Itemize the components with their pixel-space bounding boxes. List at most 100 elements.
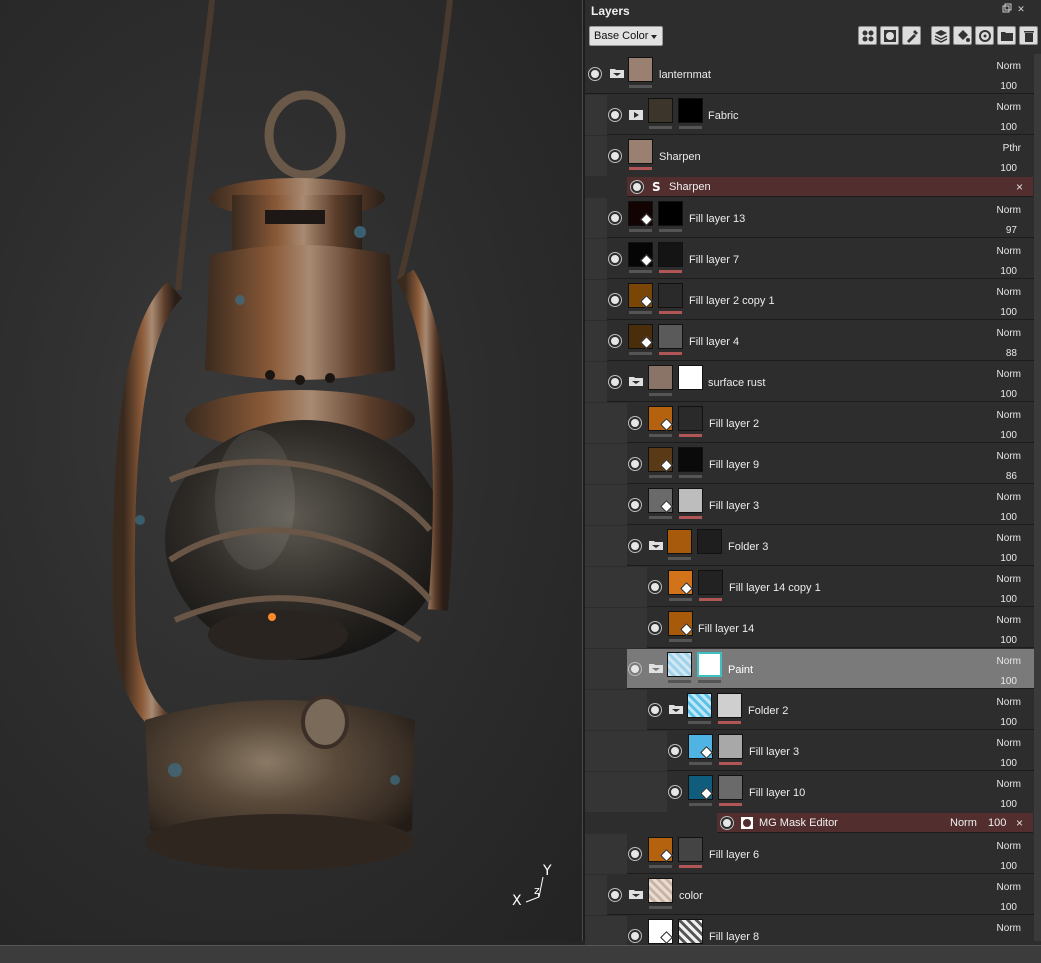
layer-row-fill-layer-10[interactable]: Fill layer 10 Norm 100 [585, 772, 1041, 812]
visibility-eye-icon[interactable] [649, 622, 661, 634]
visibility-eye-icon[interactable] [631, 181, 643, 193]
layer-opacity[interactable]: 100 [1000, 594, 1017, 605]
layer-opacity[interactable]: 100 [1000, 902, 1017, 913]
blend-mode[interactable]: Norm [997, 287, 1021, 298]
layer-row-lanternmat[interactable]: lanternmat Norm 100 [585, 54, 1041, 94]
blend-mode[interactable]: Norm [997, 369, 1021, 380]
layer-row-surface-rust[interactable]: surface rust Norm 100 [585, 362, 1041, 402]
visibility-eye-icon[interactable] [589, 68, 601, 80]
layer-opacity[interactable]: 100 [1000, 430, 1017, 441]
layer-opacity[interactable]: 100 [1000, 799, 1017, 810]
add-layer-icon[interactable] [931, 26, 950, 45]
visibility-eye-icon[interactable] [629, 930, 641, 942]
blend-mode[interactable]: Norm [997, 738, 1021, 749]
blend-mode[interactable]: Norm [997, 574, 1021, 585]
layer-opacity[interactable]: 100 [1000, 758, 1017, 769]
blend-mode[interactable]: Norm [997, 102, 1021, 113]
folder-open-icon[interactable] [649, 662, 664, 674]
folder-closed-icon[interactable] [629, 108, 644, 120]
visibility-eye-icon[interactable] [609, 212, 621, 224]
add-fill-icon[interactable] [953, 26, 972, 45]
folder-open-icon[interactable] [669, 703, 684, 715]
blend-mode[interactable]: Norm [997, 205, 1021, 216]
visibility-eye-icon[interactable] [669, 786, 681, 798]
add-effect-icon[interactable] [858, 26, 877, 45]
layer-opacity[interactable]: 100 [1000, 307, 1017, 318]
visibility-eye-icon[interactable] [609, 150, 621, 162]
layer-opacity[interactable]: 100 [1000, 512, 1017, 523]
paint-icon[interactable] [902, 26, 921, 45]
layer-row-fill-layer-14[interactable]: Fill layer 14 Norm 100 [585, 608, 1041, 648]
visibility-eye-icon[interactable] [609, 294, 621, 306]
layer-opacity[interactable]: 100 [1000, 389, 1017, 400]
layers-scrollbar[interactable] [1034, 54, 1041, 941]
visibility-eye-icon[interactable] [609, 889, 621, 901]
layer-row-fill-layer-6[interactable]: Fill layer 6 Norm 100 [585, 834, 1041, 874]
visibility-eye-icon[interactable] [669, 745, 681, 757]
layer-opacity[interactable]: 100 [1000, 717, 1017, 728]
visibility-eye-icon[interactable] [609, 376, 621, 388]
visibility-eye-icon[interactable] [629, 540, 641, 552]
blend-mode[interactable]: Norm [997, 492, 1021, 503]
float-icon[interactable] [1001, 3, 1013, 15]
layer-opacity[interactable]: 100 [1000, 553, 1017, 564]
visibility-eye-icon[interactable] [629, 417, 641, 429]
layer-row-fill-layer-7[interactable]: Fill layer 7 Norm 100 [585, 239, 1041, 279]
folder-open-icon[interactable] [629, 888, 644, 900]
remove-effect-icon[interactable]: × [1016, 180, 1023, 194]
layer-opacity[interactable]: 100 [1000, 676, 1017, 687]
layer-opacity[interactable]: 86 [1006, 471, 1017, 482]
layer-row-fill-layer-3[interactable]: Fill layer 3 Norm 100 [585, 485, 1041, 525]
layer-row-folder-2[interactable]: Folder 2 Norm 100 [585, 690, 1041, 730]
layer-opacity[interactable]: 100 [1000, 81, 1017, 92]
layer-row-fill-layer-2[interactable]: Fill layer 2 Norm 100 [585, 403, 1041, 443]
folder-open-icon[interactable] [649, 539, 664, 551]
blend-mode[interactable]: Norm [997, 328, 1021, 339]
visibility-eye-icon[interactable] [649, 704, 661, 716]
layer-row-color[interactable]: color Norm 100 [585, 875, 1041, 915]
layer-row-sharpen[interactable]: Sharpen Pthr 100 [585, 136, 1041, 176]
blend-mode[interactable]: Norm [997, 61, 1021, 72]
effect-blend-mode[interactable]: Norm [950, 817, 977, 829]
layer-row-fill-layer-3-blue[interactable]: Fill layer 3 Norm 100 [585, 731, 1041, 771]
visibility-eye-icon[interactable] [609, 109, 621, 121]
blend-mode[interactable]: Norm [997, 246, 1021, 257]
layer-opacity[interactable]: 100 [1000, 266, 1017, 277]
folder-open-icon[interactable] [629, 375, 644, 387]
remove-effect-icon[interactable]: × [1016, 816, 1023, 830]
add-folder-icon[interactable] [997, 26, 1016, 45]
3d-viewport[interactable]: Y z X [0, 0, 582, 941]
effect-opacity[interactable]: 100 [988, 817, 1006, 829]
blend-mode[interactable]: Norm [997, 615, 1021, 626]
visibility-eye-icon[interactable] [629, 848, 641, 860]
layer-row-fill-layer-13[interactable]: Fill layer 13 Norm 97 [585, 198, 1041, 238]
layer-opacity[interactable]: 100 [1000, 163, 1017, 174]
layer-row-fill-layer-2-copy-1[interactable]: Fill layer 2 copy 1 Norm 100 [585, 280, 1041, 320]
layer-row-folder-3[interactable]: Folder 3 Norm 100 [585, 526, 1041, 566]
visibility-eye-icon[interactable] [629, 499, 641, 511]
layer-row-paint[interactable]: Paint Norm 100 [585, 649, 1041, 689]
visibility-eye-icon[interactable] [609, 253, 621, 265]
layer-opacity[interactable]: 97 [1006, 225, 1017, 236]
layer-opacity[interactable]: 100 [1000, 861, 1017, 872]
layer-row-fill-layer-9[interactable]: Fill layer 9 Norm 86 [585, 444, 1041, 484]
effect-row-sharpen[interactable]: S Sharpen × [627, 177, 1033, 197]
visibility-eye-icon[interactable] [649, 581, 661, 593]
blend-mode[interactable]: Norm [997, 533, 1021, 544]
visibility-eye-icon[interactable] [721, 817, 733, 829]
add-mask-icon[interactable] [880, 26, 899, 45]
smart-material-icon[interactable] [975, 26, 994, 45]
blend-mode[interactable]: Norm [997, 451, 1021, 462]
layer-row-fill-layer-14-copy-1[interactable]: Fill layer 14 copy 1 Norm 100 [585, 567, 1041, 607]
layer-row-fill-layer-8[interactable]: Fill layer 8 Norm [585, 916, 1041, 945]
folder-open-icon[interactable] [610, 67, 625, 79]
blend-mode[interactable]: Pthr [1003, 143, 1021, 154]
close-icon[interactable]: ✕ [1015, 3, 1027, 15]
layer-row-fill-layer-4[interactable]: Fill layer 4 Norm 88 [585, 321, 1041, 361]
blend-mode[interactable]: Norm [997, 697, 1021, 708]
visibility-eye-icon[interactable] [609, 335, 621, 347]
delete-icon[interactable] [1019, 26, 1038, 45]
blend-mode[interactable]: Norm [997, 779, 1021, 790]
channel-select[interactable]: Base Color [589, 26, 663, 46]
effect-row-mg-mask-editor[interactable]: MG Mask Editor Norm 100 × [717, 813, 1033, 833]
